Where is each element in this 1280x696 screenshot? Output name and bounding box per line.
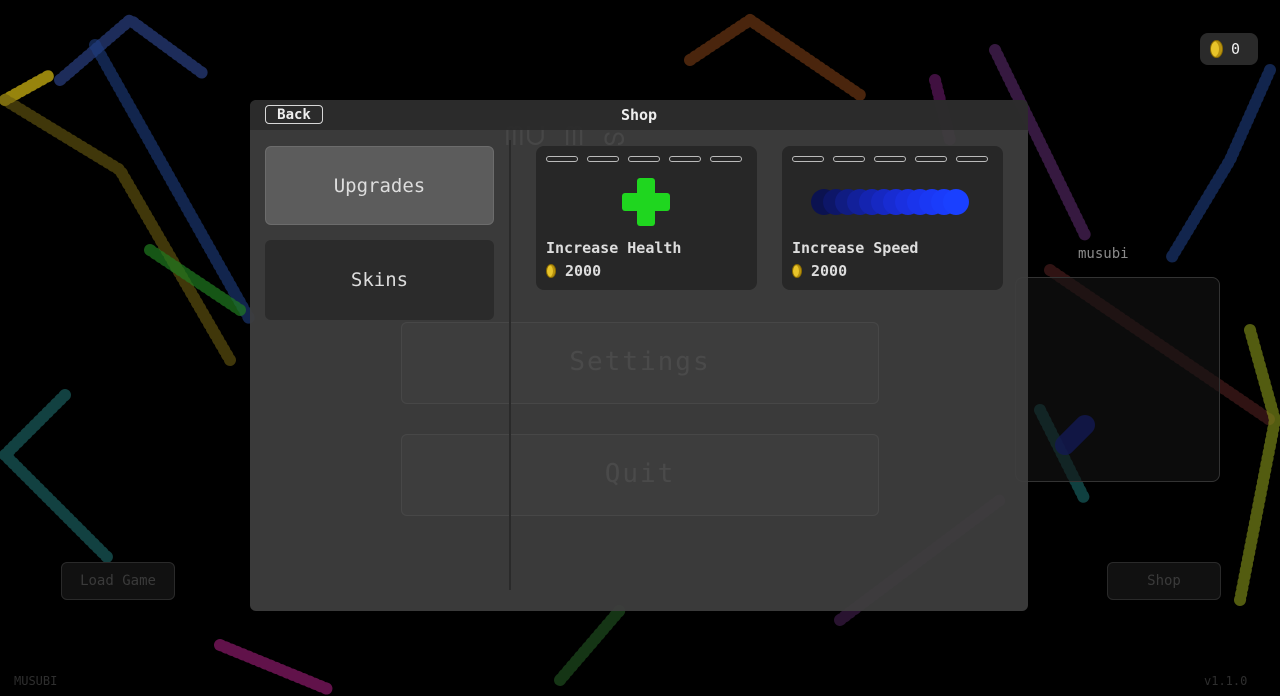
shop-panel: ᗰᑌ ᗰ ᔕ Settings Quit Back Shop Upgrades …: [250, 100, 1028, 611]
price-value: 2000: [565, 262, 602, 280]
level-pip: [587, 156, 619, 162]
shop-title: Shop: [620, 106, 658, 124]
blue-snake-icon: [811, 189, 969, 215]
coin-icon: [792, 264, 802, 278]
divider: [509, 140, 511, 590]
price-value: 2000: [811, 262, 848, 280]
upgrade-card-speed[interactable]: Increase Speed 2000: [782, 146, 1003, 290]
player-name: musubi: [1078, 246, 1129, 262]
green-plus-icon: [622, 178, 670, 226]
skin-preview: [1015, 277, 1220, 482]
coin-icon: [546, 264, 556, 278]
settings-ghost-label: Settings: [569, 347, 711, 377]
quit-ghost-button: Quit: [401, 434, 879, 516]
level-pip: [628, 156, 660, 162]
upgrade-price: 2000: [546, 262, 601, 280]
upgrade-name: Increase Health: [546, 239, 682, 257]
shop-button[interactable]: Shop: [1107, 562, 1221, 600]
level-pip: [546, 156, 578, 162]
coin-counter: 0: [1200, 33, 1258, 65]
coin-icon: [1210, 40, 1223, 58]
tab-skins[interactable]: Skins: [265, 240, 494, 320]
upgrade-price: 2000: [792, 262, 847, 280]
level-indicator: [792, 156, 988, 162]
level-pip: [669, 156, 701, 162]
author-label: MUSUBI: [14, 674, 58, 688]
shop-header: Back Shop: [250, 100, 1028, 130]
upgrade-card-health[interactable]: Increase Health 2000: [536, 146, 757, 290]
version-label: v1.1.0: [1204, 674, 1248, 688]
level-pip: [874, 156, 906, 162]
level-pip: [792, 156, 824, 162]
level-pip: [956, 156, 988, 162]
coin-count: 0: [1231, 40, 1241, 58]
settings-ghost-button: Settings: [401, 322, 879, 404]
tab-upgrades[interactable]: Upgrades: [265, 146, 494, 225]
level-pip: [915, 156, 947, 162]
level-indicator: [546, 156, 742, 162]
load-game-button[interactable]: Load Game: [61, 562, 175, 600]
level-pip: [710, 156, 742, 162]
upgrade-name: Increase Speed: [792, 239, 919, 257]
level-pip: [833, 156, 865, 162]
quit-ghost-label: Quit: [604, 459, 676, 489]
